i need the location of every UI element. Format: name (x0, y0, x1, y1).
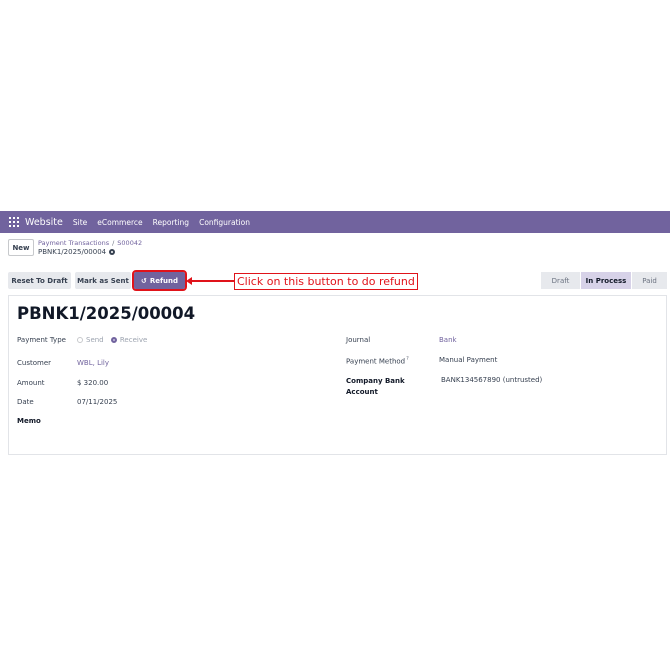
radio-receive-label[interactable]: Receive (120, 336, 147, 344)
reset-to-draft-button[interactable]: Reset To Draft (8, 272, 71, 289)
payment-method-field[interactable]: Manual Payment (439, 356, 497, 364)
breadcrumb-payment-transactions[interactable]: Payment Transactions (38, 239, 109, 247)
annotation-arrow-line (188, 280, 234, 282)
radio-send[interactable] (77, 337, 83, 343)
refund-label: Refund (149, 276, 179, 285)
journal-field[interactable]: Bank (439, 336, 457, 344)
customer-label: Customer (17, 359, 52, 367)
new-button[interactable]: New (8, 239, 34, 256)
payment-type-radio-group: Send Receive (77, 336, 147, 344)
annotation-arrow-head-icon (186, 277, 192, 285)
payment-type-label: Payment Type (17, 336, 66, 344)
company-bank-label-line1: Company Bank (346, 377, 405, 385)
journal-label: Journal (346, 336, 371, 344)
record-name-text: PBNK1/2025/00004 (38, 248, 107, 256)
nav-item-site[interactable]: Site (73, 218, 87, 227)
date-field[interactable]: 07/11/2025 (77, 398, 117, 406)
amount-label: Amount (17, 379, 45, 387)
status-paid[interactable]: Paid (632, 272, 667, 289)
top-navbar: Website Site eCommerce Reporting Configu… (0, 211, 670, 233)
status-draft[interactable]: Draft (541, 272, 580, 289)
refund-button[interactable]: ↺ Refund (132, 270, 187, 291)
memo-label: Memo (17, 417, 41, 425)
date-label: Date (17, 398, 34, 406)
radio-receive[interactable] (110, 337, 117, 343)
nav-item-ecommerce[interactable]: eCommerce (97, 218, 142, 227)
customer-field[interactable]: WBL, Lily (77, 359, 109, 367)
breadcrumb: Payment Transactions / S00042 (38, 239, 142, 247)
gear-icon[interactable] (109, 249, 116, 255)
breadcrumb-order[interactable]: S00042 (117, 239, 142, 247)
status-in-process[interactable]: In Process (581, 272, 631, 289)
mark-as-sent-button[interactable]: Mark as Sent (75, 272, 131, 289)
annotation-callout: Click on this button to do refund (234, 273, 418, 290)
company-bank-label: Company Bank Account (346, 376, 405, 398)
company-bank-label-line2: Account (346, 388, 378, 396)
nav-item-reporting[interactable]: Reporting (153, 218, 189, 227)
amount-field[interactable]: $ 320.00 (77, 379, 108, 387)
company-bank-field[interactable]: BANK134567890 (untrusted) (441, 376, 542, 384)
nav-item-configuration[interactable]: Configuration (199, 218, 250, 227)
payment-method-label: Payment Method? (346, 356, 409, 365)
app-brand[interactable]: Website (25, 217, 63, 228)
form-title: PBNK1/2025/00004 (17, 304, 196, 323)
help-tooltip-icon[interactable]: ? (406, 356, 409, 362)
record-name: PBNK1/2025/00004 (38, 248, 116, 256)
breadcrumb-separator: / (112, 239, 115, 247)
apps-grid-icon[interactable] (9, 217, 19, 227)
undo-icon: ↺ (140, 276, 147, 285)
radio-send-label[interactable]: Send (86, 336, 104, 344)
payment-method-label-text: Payment Method (346, 357, 406, 366)
